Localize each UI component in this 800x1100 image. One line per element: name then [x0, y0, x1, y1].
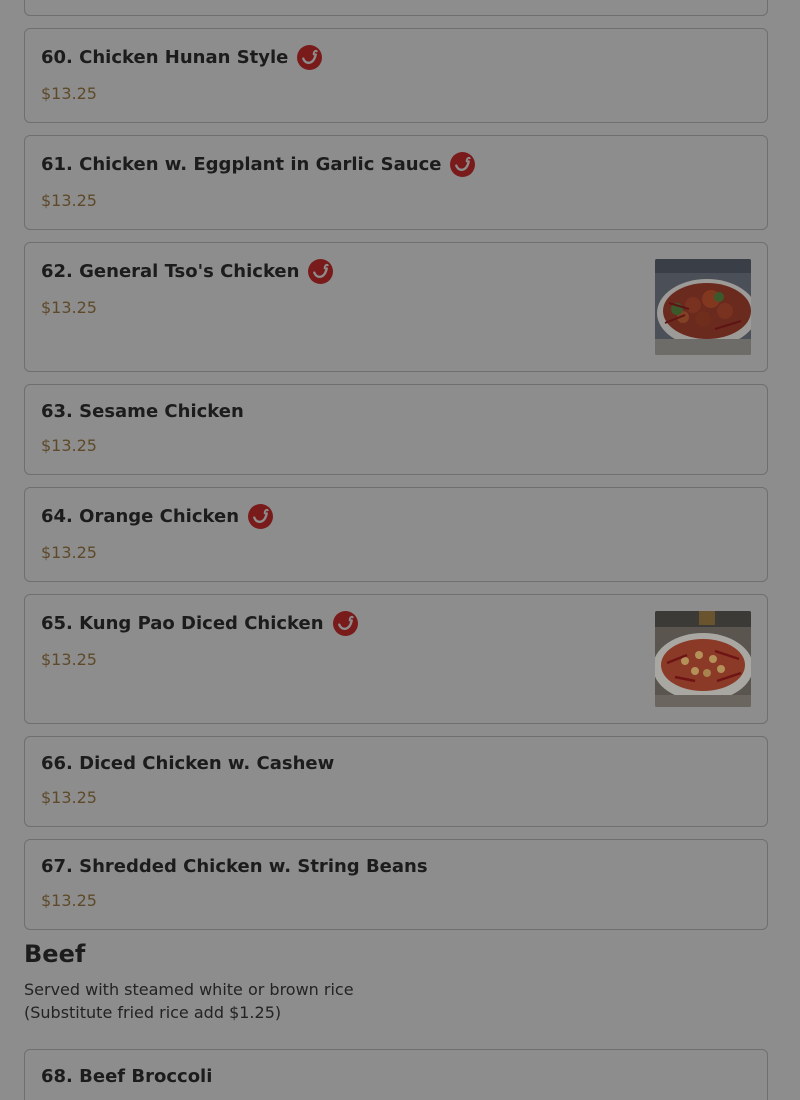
- menu-item-card[interactable]: 67. Shredded Chicken w. String Beans $13…: [24, 839, 768, 930]
- item-price: $13.25: [41, 191, 97, 210]
- item-name-row: 60. Chicken Hunan Style: [41, 45, 323, 70]
- item-price: $13.25: [41, 543, 97, 562]
- item-price: $13.25: [41, 650, 97, 669]
- chili-pepper-icon: [332, 611, 358, 636]
- item-name: 68. Beef Broccoli: [41, 1066, 213, 1087]
- chili-pepper-icon: [450, 152, 476, 177]
- item-price: $13.25: [41, 891, 97, 910]
- section-description: Served with steamed white or brown rice: [24, 980, 354, 999]
- item-name: 65. Kung Pao Diced Chicken: [41, 613, 324, 634]
- kung-pao-photo[interactable]: [655, 611, 751, 707]
- item-name-row: 67. Shredded Chicken w. String Beans: [41, 856, 428, 877]
- chili-pepper-icon: [297, 45, 323, 70]
- menu-item-card-partial[interactable]: [24, 0, 768, 16]
- section-description: (Substitute fried rice add $1.25): [24, 1003, 282, 1022]
- menu-item-card[interactable]: 63. Sesame Chicken $13.25: [24, 384, 768, 475]
- menu-item-card[interactable]: 64. Orange Chicken $13.25: [24, 487, 768, 582]
- menu-item-card[interactable]: 62. General Tso's Chicken $13.25: [24, 242, 768, 372]
- menu-item-card[interactable]: 65. Kung Pao Diced Chicken $13.25: [24, 594, 768, 724]
- chili-pepper-icon: [248, 504, 274, 529]
- chili-pepper-icon: [308, 259, 334, 284]
- item-name-row: 61. Chicken w. Eggplant in Garlic Sauce: [41, 152, 476, 177]
- menu-item-card[interactable]: 68. Beef Broccoli: [24, 1049, 768, 1100]
- item-price: $13.25: [41, 788, 97, 807]
- item-name: 67. Shredded Chicken w. String Beans: [41, 856, 428, 877]
- item-name: 64. Orange Chicken: [41, 506, 240, 527]
- item-name: 66. Diced Chicken w. Cashew: [41, 753, 335, 774]
- item-name: 61. Chicken w. Eggplant in Garlic Sauce: [41, 154, 442, 175]
- item-name-row: 62. General Tso's Chicken: [41, 259, 334, 284]
- item-name: 62. General Tso's Chicken: [41, 261, 300, 282]
- item-name-row: 63. Sesame Chicken: [41, 401, 244, 422]
- item-price: $13.25: [41, 84, 97, 103]
- item-name: 60. Chicken Hunan Style: [41, 47, 289, 68]
- menu-item-card[interactable]: 61. Chicken w. Eggplant in Garlic Sauce …: [24, 135, 768, 230]
- general-tso-photo[interactable]: [655, 259, 751, 355]
- menu-item-card[interactable]: 60. Chicken Hunan Style $13.25: [24, 28, 768, 123]
- item-name-row: 65. Kung Pao Diced Chicken: [41, 611, 358, 636]
- item-name-row: 68. Beef Broccoli: [41, 1066, 212, 1087]
- item-price: $13.25: [41, 436, 97, 455]
- item-price: $13.25: [41, 298, 97, 317]
- menu-item-card[interactable]: 66. Diced Chicken w. Cashew $13.25: [24, 736, 768, 827]
- item-name-row: 66. Diced Chicken w. Cashew: [41, 753, 334, 774]
- item-name-row: 64. Orange Chicken: [41, 504, 274, 529]
- section-title: Beef: [24, 940, 86, 968]
- item-name: 63. Sesame Chicken: [41, 401, 244, 422]
